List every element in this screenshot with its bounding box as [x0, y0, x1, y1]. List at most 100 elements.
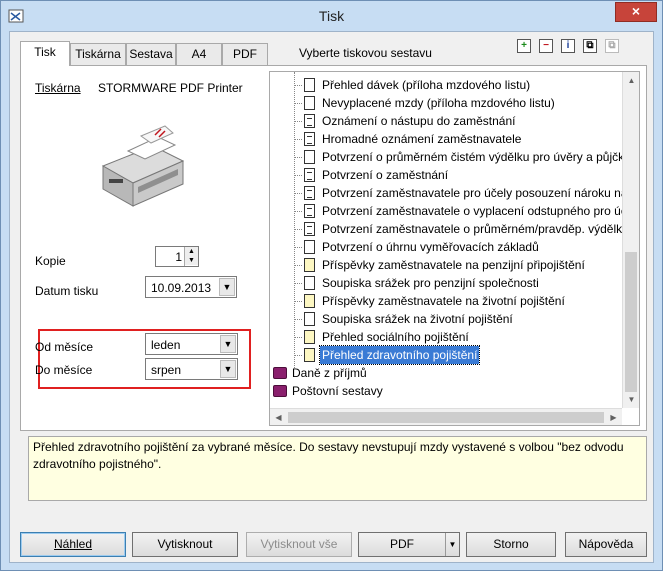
report-description: Přehled zdravotního pojištění za vybrané… — [28, 436, 647, 501]
tree-guide-line — [294, 72, 295, 368]
scroll-down-icon[interactable]: ▼ — [623, 391, 639, 408]
tab-tisk[interactable]: Tisk — [20, 41, 70, 66]
document-icon — [304, 240, 315, 254]
document-icon — [304, 132, 315, 146]
document-icon — [304, 114, 315, 128]
stepper-arrows[interactable]: ▲ ▼ — [184, 247, 198, 266]
document-icon — [304, 258, 315, 272]
scroll-thumb[interactable] — [288, 412, 604, 423]
document-icon — [304, 276, 315, 290]
vertical-scrollbar[interactable]: ▲ ▼ — [622, 72, 639, 408]
book-icon — [273, 367, 287, 379]
pdf-button[interactable]: PDF ▼ — [358, 532, 460, 557]
tree-item-label: Potvrzení zaměstnavatele pro účely posou… — [322, 186, 638, 200]
document-icon — [304, 168, 315, 182]
tree-connector — [294, 157, 302, 158]
to-month-select[interactable]: srpen ▼ — [145, 358, 238, 380]
scroll-right-icon[interactable]: ▶ — [605, 409, 622, 425]
document-icon — [304, 186, 315, 200]
info-icon[interactable]: i — [561, 39, 575, 53]
print-date-field[interactable]: 10.09.2013 ▼ — [145, 276, 237, 298]
window-title: Tisk — [318, 8, 345, 24]
chevron-down-icon[interactable]: ▼ — [219, 278, 235, 296]
book-icon — [273, 385, 287, 397]
preview-button[interactable]: Náhled — [20, 532, 126, 557]
tree-connector — [294, 139, 302, 140]
from-month-select[interactable]: leden ▼ — [145, 333, 238, 355]
tree-item-label: Oznámení o nástupu do zaměstnání — [322, 114, 516, 128]
tree-item-label: Potvrzení zaměstnavatele o průměrném/pra… — [322, 222, 629, 236]
tree-item-label: Hromadné oznámení zaměstnavatele — [322, 132, 522, 146]
tree-connector — [294, 301, 302, 302]
tree-connector — [294, 247, 302, 248]
tisk-panel: Tiskárna STORMWARE PDF Printer Kopie 1 ▲… — [20, 65, 647, 431]
title-bar[interactable]: Tisk × — [1, 1, 662, 31]
to-month-label: Do měsíce — [35, 363, 93, 377]
document-icon — [304, 222, 315, 236]
tree-item-label: Příspěvky zaměstnavatele na životní poji… — [322, 294, 565, 308]
tree-connector — [294, 211, 302, 212]
stepper-down-icon[interactable]: ▼ — [185, 256, 198, 265]
to-month-value: srpen — [151, 363, 182, 377]
tree-connector — [294, 121, 302, 122]
print-all-button: Vytisknout vše — [246, 532, 352, 557]
document-icon — [304, 150, 315, 164]
print-button[interactable]: Vytisknout — [132, 532, 238, 557]
copies-stepper[interactable]: 1 ▲ ▼ — [155, 246, 199, 267]
stepper-up-icon[interactable]: ▲ — [185, 247, 198, 256]
report-prompt: Vyberte tiskovou sestavu — [299, 46, 432, 60]
add-icon[interactable]: + — [517, 39, 531, 53]
report-tree[interactable]: Přehled dávek (příloha mzdového listu) Ne… — [269, 71, 640, 426]
tree-connector — [294, 193, 302, 194]
tab-sestava[interactable]: Sestava — [126, 43, 176, 65]
cancel-button[interactable]: Storno — [466, 532, 556, 557]
tree-item-label: Potvrzení o úhrnu vyměřovacích základů — [322, 240, 539, 254]
printer-name: STORMWARE PDF Printer — [98, 81, 243, 95]
remove-icon[interactable]: − — [539, 39, 553, 53]
from-month-label: Od měsíce — [35, 340, 94, 354]
tab-tiskarna[interactable]: Tiskárna — [70, 43, 126, 65]
scroll-thumb[interactable] — [625, 252, 637, 392]
copy-disabled-icon: ⧉ — [605, 39, 619, 53]
close-button[interactable]: × — [615, 2, 657, 22]
tree-item-label: Soupiska srážek pro penzijní společnosti — [322, 276, 539, 290]
tree-item-label: Přehled zdravotního pojištění — [318, 345, 481, 365]
tab-a4[interactable]: A4 — [176, 43, 222, 65]
from-month-value: leden — [151, 338, 181, 352]
pdf-label: PDF — [390, 537, 414, 551]
scroll-up-icon[interactable]: ▲ — [623, 72, 639, 89]
horizontal-scrollbar[interactable]: ◀ ▶ — [270, 408, 622, 425]
scroll-left-icon[interactable]: ◀ — [270, 409, 287, 425]
copy-icon[interactable]: ⧉ — [583, 39, 597, 53]
document-icon — [304, 96, 315, 110]
printer-icon — [101, 125, 185, 207]
tree-item-label: Nevyplacené mzdy (příloha mzdového listu… — [322, 96, 555, 110]
tab-pdf[interactable]: PDF — [222, 43, 268, 65]
pdf-dropdown-icon[interactable]: ▼ — [445, 533, 459, 556]
tree-item-label: Potvrzení o průměrném čistém výdělku pro… — [322, 150, 631, 164]
tree-connector — [294, 229, 302, 230]
tree-connector — [294, 265, 302, 266]
tree-folder-label: Poštovní sestavy — [292, 384, 383, 398]
document-icon — [304, 294, 315, 308]
print-dialog: Tisk × Tisk Tiskárna Sestava A4 PDF Vybe… — [0, 0, 663, 571]
tree-connector — [294, 319, 302, 320]
tree-connector — [294, 283, 302, 284]
document-icon — [304, 78, 315, 92]
tree-connector — [294, 337, 302, 338]
document-icon — [304, 204, 315, 218]
tree-connector — [294, 85, 302, 86]
chevron-down-icon[interactable]: ▼ — [220, 360, 236, 378]
tree-item-label: Přehled dávek (příloha mzdového listu) — [322, 78, 531, 92]
copies-label: Kopie — [35, 254, 66, 268]
tree-item-label: Potvrzení zaměstnavatele o vyplacení ods… — [322, 204, 634, 218]
printer-label[interactable]: Tiskárna — [35, 81, 81, 95]
chevron-down-icon[interactable]: ▼ — [220, 335, 236, 353]
tree-item-label: Potvrzení o zaměstnání — [322, 168, 449, 182]
tree-item-label: Příspěvky zaměstnavatele na penzijní při… — [322, 258, 585, 272]
preview-label: Náhled — [53, 537, 93, 551]
help-button[interactable]: Nápověda — [565, 532, 647, 557]
document-icon — [304, 312, 315, 326]
print-date-label: Datum tisku — [35, 284, 99, 298]
document-icon — [304, 330, 315, 344]
